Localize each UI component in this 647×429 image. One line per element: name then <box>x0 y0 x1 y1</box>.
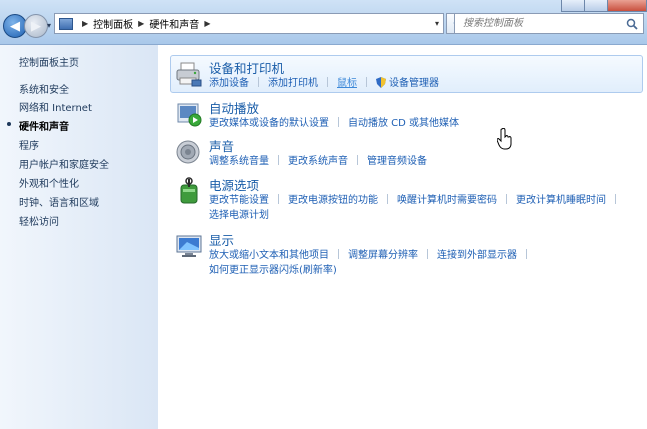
make-text-larger-link[interactable]: 放大或缩小文本和其他项目 <box>209 250 329 261</box>
add-device-link[interactable]: 添加设备 <box>209 78 249 89</box>
category-devices-printers: 设备和打印机 添加设备 添加打印机 鼠标 设备管理器 <box>170 55 643 93</box>
devices-printers-links: 添加设备 添加打印机 鼠标 设备管理器 <box>209 74 439 89</box>
autoplay-links: 更改媒体或设备的默认设置 自动播放 CD 或其他媒体 <box>209 114 459 129</box>
main-content: 设备和打印机 添加设备 添加打印机 鼠标 设备管理器 自动播放 更改媒体或设备的默认设… <box>158 45 647 429</box>
arrow-left-icon: ◀ <box>10 18 20 34</box>
search-input[interactable] <box>461 17 625 30</box>
sidebar-item-appearance[interactable]: 外观和个性化 <box>19 175 79 190</box>
speaker-icon <box>176 140 200 164</box>
breadcrumb-control-panel[interactable]: 控制面板 <box>93 16 133 31</box>
title-address-bar: ◀ ▶ ▾ ▶ 控制面板 ▶ 硬件和声音 ▶ ▾ ⟳ <box>0 0 647 45</box>
sidebar-item-clock-language-region[interactable]: 时钟、语言和区域 <box>19 194 99 209</box>
address-bar[interactable]: ▶ 控制面板 ▶ 硬件和声音 ▶ ▾ <box>54 13 444 34</box>
printer-icon <box>176 62 202 87</box>
change-power-saving-link[interactable]: 更改节能设置 <box>209 195 269 206</box>
current-item-bullet <box>7 122 11 126</box>
link-divider <box>366 77 367 87</box>
hand-pointer-icon <box>497 128 512 150</box>
sidebar-item-network-internet[interactable]: 网络和 Internet <box>19 99 92 114</box>
left-navigation-pane: 控制面板主页 系统和安全 网络和 Internet 硬件和声音 程序 用户帐户和… <box>0 45 158 429</box>
forward-button[interactable]: ▶ <box>24 14 48 38</box>
link-divider <box>338 117 339 127</box>
power-options-links: 更改节能设置 更改电源按钮的功能 唤醒计算机时需要密码 更改计算机睡眠时间 <box>209 191 625 206</box>
link-divider <box>357 155 358 165</box>
require-password-on-wake-link[interactable]: 唤醒计算机时需要密码 <box>397 195 497 206</box>
recent-pages-dropdown[interactable]: ▾ <box>47 21 51 30</box>
chevron-right-icon[interactable]: ▶ <box>204 19 210 28</box>
connect-external-display-link[interactable]: 连接到外部显示器 <box>437 250 517 261</box>
chevron-right-icon[interactable]: ▶ <box>82 19 88 28</box>
maximize-button[interactable] <box>584 0 608 12</box>
sidebar-item-user-accounts[interactable]: 用户帐户和家庭安全 <box>19 156 109 171</box>
link-divider <box>427 249 428 259</box>
change-system-sounds-link[interactable]: 更改系统声音 <box>288 156 348 167</box>
search-icon[interactable] <box>626 18 638 30</box>
power-options-icon <box>180 177 198 204</box>
sidebar-item-programs[interactable]: 程序 <box>19 137 39 152</box>
window-controls <box>561 0 647 12</box>
sidebar-item-ease-of-access[interactable]: 轻松访问 <box>19 213 59 228</box>
sidebar-item-control-panel-home[interactable]: 控制面板主页 <box>19 54 79 69</box>
mouse-link[interactable]: 鼠标 <box>337 78 357 89</box>
change-power-button-link[interactable]: 更改电源按钮的功能 <box>288 195 378 206</box>
power-options-links-row2: 选择电源计划 <box>209 206 269 221</box>
link-divider <box>526 249 527 259</box>
fix-monitor-flicker-link[interactable]: 如何更正显示器闪烁(刷新率) <box>209 265 337 276</box>
adjust-resolution-link[interactable]: 调整屏幕分辨率 <box>348 250 418 261</box>
uac-shield-icon <box>376 77 386 88</box>
link-divider <box>338 249 339 259</box>
change-sleep-time-link[interactable]: 更改计算机睡眠时间 <box>516 195 606 206</box>
adjust-volume-link[interactable]: 调整系统音量 <box>209 156 269 167</box>
link-divider <box>327 77 328 87</box>
arrow-right-icon: ▶ <box>31 18 41 34</box>
sidebar-item-hardware-sound: 硬件和声音 <box>19 122 69 133</box>
display-links-row2: 如何更正显示器闪烁(刷新率) <box>209 261 337 276</box>
link-divider <box>278 155 279 165</box>
manage-audio-devices-link[interactable]: 管理音频设备 <box>367 156 427 167</box>
control-panel-icon <box>59 17 73 30</box>
minimize-button[interactable] <box>561 0 585 12</box>
link-divider <box>387 194 388 204</box>
display-links: 放大或缩小文本和其他项目 调整屏幕分辨率 连接到外部显示器 <box>209 246 536 261</box>
autoplay-cd-link[interactable]: 自动播放 CD 或其他媒体 <box>348 118 459 129</box>
change-media-defaults-link[interactable]: 更改媒体或设备的默认设置 <box>209 118 329 129</box>
address-dropdown-icon[interactable]: ▾ <box>435 19 439 28</box>
autoplay-icon <box>177 103 202 127</box>
choose-power-plan-link[interactable]: 选择电源计划 <box>209 210 269 221</box>
add-printer-link[interactable]: 添加打印机 <box>268 78 318 89</box>
chevron-right-icon[interactable]: ▶ <box>138 19 144 28</box>
display-icon <box>176 235 202 257</box>
breadcrumb-hardware-sound[interactable]: 硬件和声音 <box>149 16 199 31</box>
link-divider <box>278 194 279 204</box>
search-box[interactable] <box>454 13 644 34</box>
sidebar-item-system-security[interactable]: 系统和安全 <box>19 81 69 96</box>
link-divider <box>506 194 507 204</box>
close-button[interactable] <box>607 0 647 12</box>
sound-links: 调整系统音量 更改系统声音 管理音频设备 <box>209 152 427 167</box>
link-divider <box>258 77 259 87</box>
device-manager-link[interactable]: 设备管理器 <box>389 78 439 89</box>
link-divider <box>615 194 616 204</box>
